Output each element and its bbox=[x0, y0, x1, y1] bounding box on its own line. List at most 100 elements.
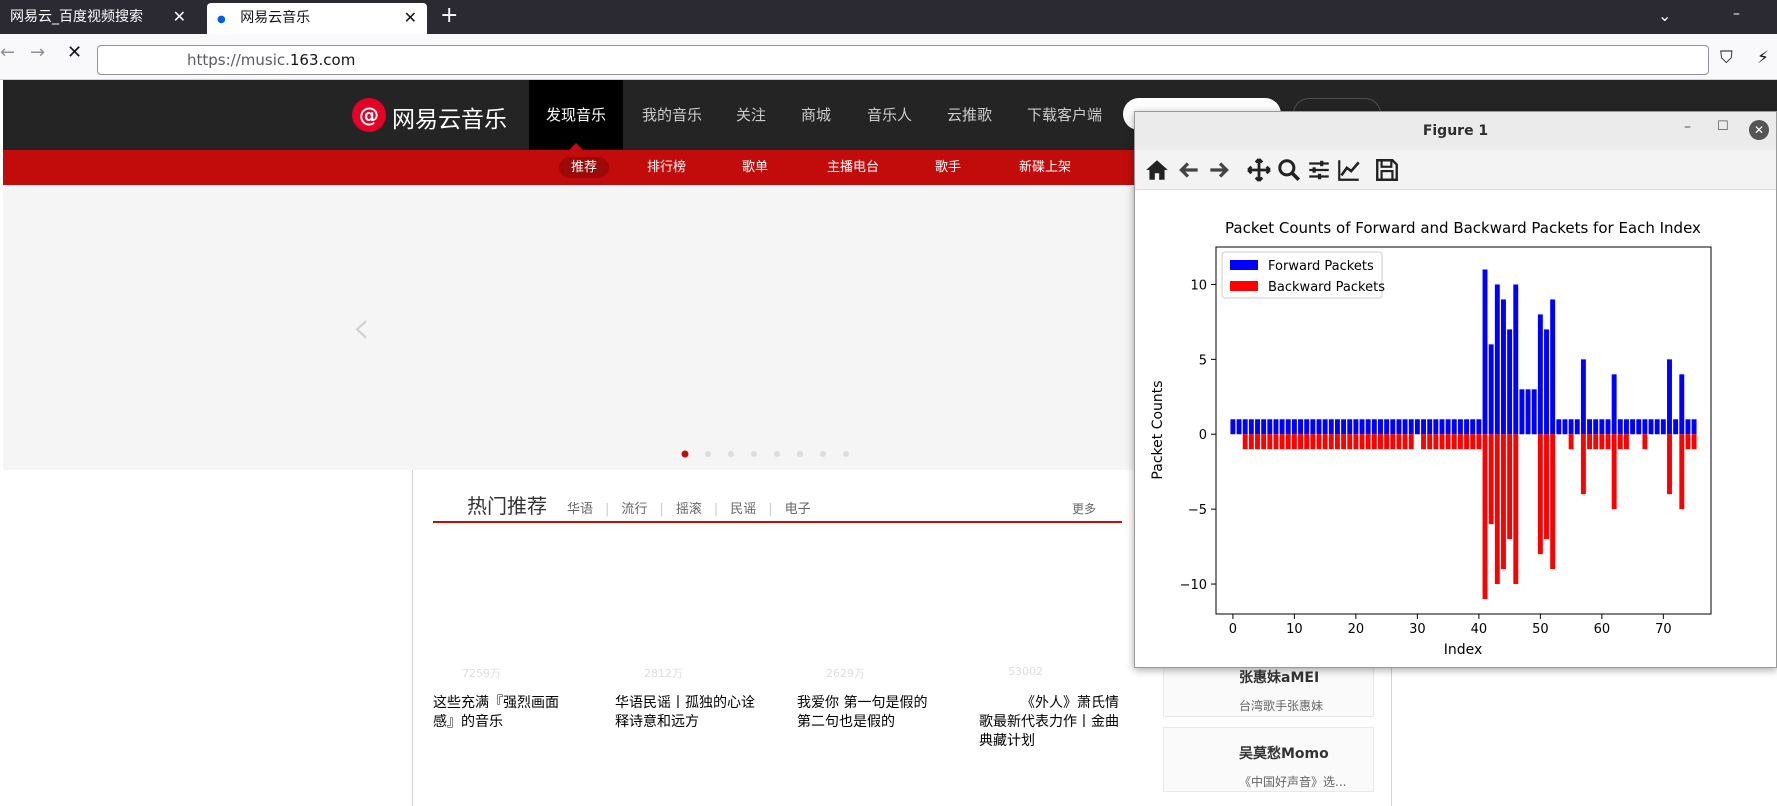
hot-more-link[interactable]: 更多 bbox=[1072, 500, 1096, 517]
forward-bar bbox=[1248, 419, 1254, 435]
forward-bar bbox=[1414, 419, 1420, 435]
navigation-toolbar: ← → ✕ https://music.163.com ☆ bbox=[0, 34, 1777, 103]
backward-bar bbox=[1248, 434, 1254, 450]
subnav-charts[interactable]: 排行榜 bbox=[647, 150, 686, 185]
zoom-icon[interactable] bbox=[1276, 157, 1302, 183]
subnav-playlists[interactable]: 歌单 bbox=[742, 150, 768, 185]
subnav-new-albums[interactable]: 新碟上架 bbox=[1019, 150, 1071, 185]
nav-my-music[interactable]: 我的音乐 bbox=[642, 80, 702, 150]
tab-netease-music[interactable]: ● 网易云音乐 ✕ bbox=[207, 3, 427, 35]
stop-loading-icon[interactable]: ✕ bbox=[67, 42, 82, 63]
backward-bar bbox=[1667, 434, 1672, 495]
y-tick-label: −5 bbox=[1188, 503, 1207, 518]
backward-bar bbox=[1544, 434, 1549, 540]
forward-bar bbox=[1310, 419, 1316, 435]
x-tick-label: 30 bbox=[1409, 622, 1426, 637]
x-tick-label: 10 bbox=[1286, 622, 1303, 637]
backward-bar bbox=[1464, 434, 1470, 450]
playlist-title[interactable]: 我爱你 第一句是假的 第二句也是假的 bbox=[797, 694, 937, 732]
forward-bar bbox=[1341, 419, 1347, 435]
list-all-tabs-icon[interactable]: ⌄ bbox=[1658, 6, 1671, 25]
legend-swatch bbox=[1230, 260, 1258, 270]
shield-icon[interactable]: ⛉ bbox=[1720, 48, 1733, 68]
backward-bar bbox=[1341, 434, 1347, 450]
close-icon[interactable]: ✕ bbox=[1749, 120, 1769, 140]
close-icon[interactable]: ✕ bbox=[173, 0, 186, 34]
extensions-icon[interactable]: ⚡ bbox=[1757, 48, 1769, 68]
tab-baidu-video[interactable]: 网易云_百度视频搜索 ✕ bbox=[0, 0, 196, 34]
forward-bar bbox=[1599, 419, 1605, 435]
back-arrow-icon[interactable] bbox=[1176, 157, 1202, 183]
backward-bar bbox=[1593, 434, 1599, 450]
site-logo-text[interactable]: 网易云音乐 bbox=[392, 100, 507, 134]
forward-bar bbox=[1494, 284, 1500, 435]
nav-musician[interactable]: 音乐人 bbox=[867, 80, 912, 150]
x-tick-label: 70 bbox=[1655, 622, 1672, 637]
forward-bar bbox=[1488, 344, 1494, 435]
edit-axes-icon[interactable] bbox=[1336, 157, 1362, 183]
figure-title-bar[interactable]: Figure 1 bbox=[1135, 112, 1776, 150]
home-icon[interactable] bbox=[1144, 157, 1170, 183]
forward-bar bbox=[1617, 419, 1623, 435]
nav-cloud-promote[interactable]: 云推歌 bbox=[947, 80, 992, 150]
forward-bar bbox=[1334, 419, 1340, 435]
backward-bar bbox=[1427, 434, 1433, 450]
new-tab-button[interactable]: + bbox=[440, 3, 458, 28]
back-icon[interactable]: ← bbox=[0, 42, 15, 63]
netease-logo-icon[interactable]: @ bbox=[352, 98, 386, 132]
backward-bar bbox=[1642, 434, 1648, 450]
backward-bar bbox=[1285, 434, 1291, 450]
figure-window: Figure 1 – ☐ ✕ Packet Counts of Forward … bbox=[1134, 111, 1777, 668]
y-axis-label: Packet Counts bbox=[1150, 380, 1166, 479]
backward-bar bbox=[1242, 434, 1248, 450]
save-icon[interactable] bbox=[1374, 157, 1400, 183]
tag-folk[interactable]: 民谣 bbox=[730, 502, 756, 517]
close-icon[interactable]: ✕ bbox=[404, 3, 417, 33]
banner-prev-icon[interactable]: ‹ bbox=[352, 300, 370, 354]
forward-bar bbox=[1654, 419, 1660, 435]
tag-electronic[interactable]: 电子 bbox=[785, 502, 811, 517]
x-tick-label: 20 bbox=[1348, 622, 1365, 637]
subnav-radio[interactable]: 主播电台 bbox=[827, 150, 879, 185]
nav-mall[interactable]: 商城 bbox=[801, 80, 831, 150]
forward-icon[interactable]: → bbox=[30, 42, 45, 63]
subnav-recommend[interactable]: 推荐 bbox=[559, 150, 610, 185]
playlist-title[interactable]: 华语民谣丨孤独的心诠 释诗意和远方 bbox=[615, 694, 765, 732]
nav-download-client[interactable]: 下载客户端 bbox=[1027, 80, 1102, 150]
tab-title: 网易云_百度视频搜索 bbox=[10, 9, 143, 25]
y-tick-label: 5 bbox=[1199, 353, 1207, 368]
minimize-window-icon[interactable]: – bbox=[1733, 6, 1740, 22]
nav-active-caret bbox=[569, 143, 583, 150]
minimize-icon[interactable]: – bbox=[1684, 119, 1691, 135]
tag-rock[interactable]: 摇滚 bbox=[676, 502, 702, 517]
y-tick-label: 10 bbox=[1190, 278, 1207, 293]
forward-bar bbox=[1421, 419, 1426, 435]
maximize-icon[interactable]: ☐ bbox=[1717, 119, 1729, 134]
backward-bar bbox=[1273, 434, 1279, 450]
tag-chinese[interactable]: 华语 bbox=[567, 502, 593, 517]
subnav-artists[interactable]: 歌手 bbox=[935, 150, 961, 185]
playlist-title[interactable]: 《外人》萧氏情 歌最新代表力作丨金曲 典藏计划 bbox=[979, 694, 1119, 751]
playlist-title[interactable]: 这些充满『强烈画面 感』的音乐 bbox=[433, 694, 573, 732]
figure-toolbar bbox=[1135, 150, 1776, 190]
forward-bar bbox=[1291, 419, 1297, 435]
subplots-config-icon[interactable] bbox=[1306, 157, 1332, 183]
playlist-title-line: 华语民谣丨孤独的心诠 bbox=[615, 695, 755, 711]
pan-icon[interactable] bbox=[1246, 157, 1272, 183]
nav-follow[interactable]: 关注 bbox=[736, 80, 766, 150]
forward-bar bbox=[1611, 374, 1617, 435]
forward-bar bbox=[1347, 419, 1353, 435]
backward-bar bbox=[1291, 434, 1297, 450]
url-text: https://music.163.com bbox=[187, 51, 355, 69]
forward-bar bbox=[1378, 419, 1383, 435]
backward-bar bbox=[1494, 434, 1500, 585]
url-host: 163.com bbox=[289, 51, 356, 69]
forward-bar bbox=[1679, 374, 1685, 435]
forward-bar bbox=[1623, 419, 1629, 435]
banner-dots[interactable] bbox=[675, 448, 875, 460]
forward-bar bbox=[1457, 419, 1463, 435]
nav-discover-music[interactable]: 发现音乐 bbox=[529, 80, 623, 150]
legend-swatch bbox=[1230, 281, 1258, 291]
forward-arrow-icon[interactable] bbox=[1206, 157, 1232, 183]
tag-pop[interactable]: 流行 bbox=[621, 502, 647, 517]
